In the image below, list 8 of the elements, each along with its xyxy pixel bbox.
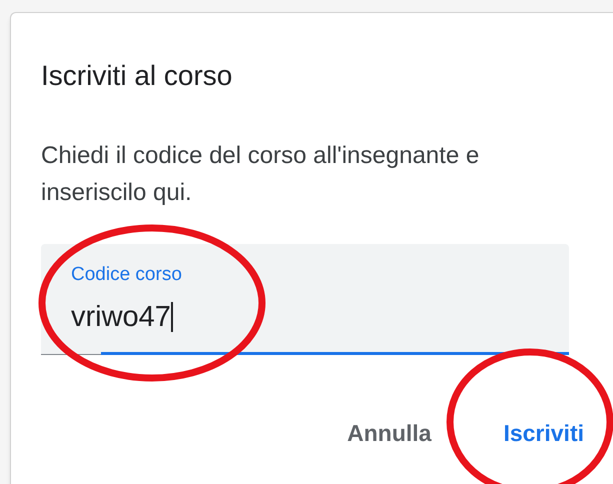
- join-button[interactable]: Iscriviti: [501, 410, 586, 456]
- text-cursor-icon: [170, 302, 173, 332]
- field-label: Codice corso: [71, 264, 182, 286]
- field-value: vriwo47: [71, 300, 171, 335]
- course-code-field[interactable]: Codice corso vriwo47: [41, 244, 569, 355]
- cancel-button[interactable]: Annulla: [345, 410, 434, 456]
- dialog-description: Chiedi il codice del corso all'insegnante e inseriscilo qui.: [41, 141, 480, 208]
- dialog-title: Iscriviti al corso: [41, 59, 234, 93]
